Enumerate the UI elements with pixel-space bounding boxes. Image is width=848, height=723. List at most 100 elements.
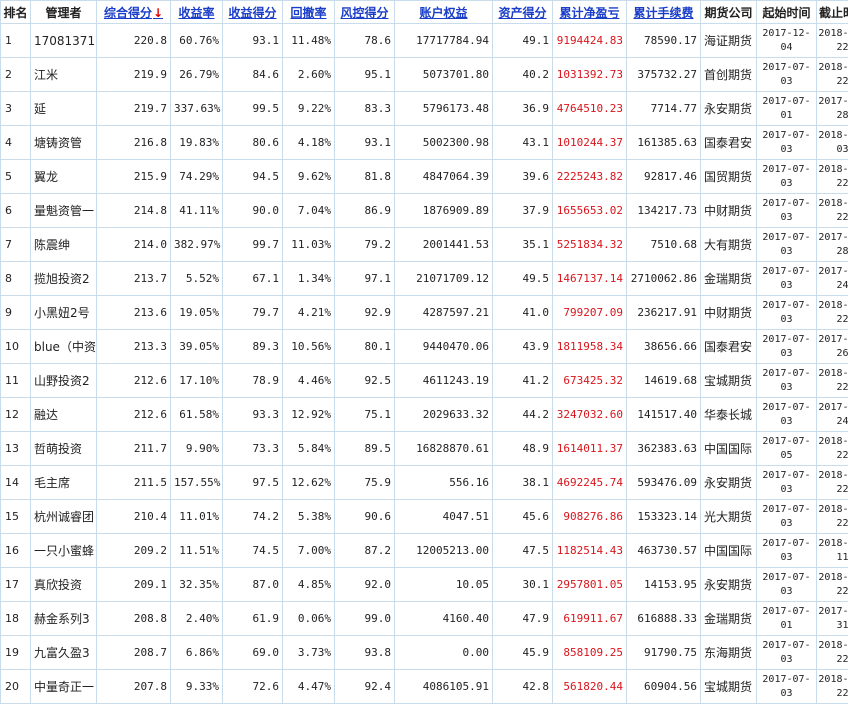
- header-company: 期货公司: [700, 0, 757, 24]
- cell-manager[interactable]: 毛主席: [30, 465, 97, 500]
- cell-drawdown: 4.85%: [282, 567, 335, 602]
- cell-drawdown: 9.22%: [282, 91, 335, 126]
- cell-company: 东海期货: [700, 635, 757, 670]
- cell-rank: 5: [0, 159, 31, 194]
- cell-start-date-line2: 03: [780, 483, 793, 495]
- cell-net-pnl: 1467137.14: [552, 261, 627, 296]
- cell-start-date-line2: 03: [780, 143, 793, 155]
- cell-manager[interactable]: 塘铸资管: [30, 125, 97, 160]
- cell-manager[interactable]: 小黑妞2号: [30, 295, 97, 330]
- cell-return-score: 93.3: [222, 397, 283, 432]
- cell-net-pnl: 2957801.05: [552, 567, 627, 602]
- header-asset-score[interactable]: 资产得分: [492, 0, 553, 24]
- cell-end-date-line1: 2018-03-: [818, 503, 848, 515]
- cell-manager[interactable]: 山野投资2: [30, 363, 97, 398]
- table-row: 12 融达 212.6 61.58% 93.3 12.92% 75.1 2029633.32 4…: [0, 397, 848, 432]
- cell-fees: 375732.27: [626, 57, 701, 92]
- cell-fees: 236217.91: [626, 295, 701, 330]
- cell-manager[interactable]: 1708137171: [30, 23, 97, 58]
- cell-rank: 7: [0, 227, 31, 262]
- header-total-score[interactable]: 综合得分↓: [96, 0, 171, 24]
- header-fees[interactable]: 累计手续费: [626, 0, 701, 24]
- cell-company: 金瑞期货: [700, 601, 757, 636]
- cell-manager[interactable]: 一只小蜜蜂: [30, 533, 97, 568]
- cell-end-date-line2: 31: [836, 619, 848, 631]
- cell-end-date-line1: 2018-03-: [818, 367, 848, 379]
- cell-manager[interactable]: 九富久盈3: [30, 635, 97, 670]
- cell-manager[interactable]: 杭州诚睿团: [30, 499, 97, 534]
- cell-risk-score: 92.0: [334, 567, 395, 602]
- cell-manager[interactable]: 陈震绅: [30, 227, 97, 262]
- cell-manager[interactable]: 揽旭投资2: [30, 261, 97, 296]
- cell-drawdown: 12.62%: [282, 465, 335, 500]
- cell-manager[interactable]: 哲萌投资: [30, 431, 97, 466]
- table-row: 3 延 219.7 337.63% 99.5 9.22% 83.3 5796173.48 36.…: [0, 91, 848, 126]
- cell-return: 32.35%: [170, 567, 223, 602]
- cell-end-date-line1: 2017-09-: [818, 333, 848, 345]
- cell-total-score: 209.2: [96, 533, 171, 568]
- cell-equity: 5796173.48: [394, 91, 493, 126]
- header-return[interactable]: 收益率: [170, 0, 223, 24]
- cell-total-score: 211.7: [96, 431, 171, 466]
- header-risk-score[interactable]: 风控得分: [334, 0, 395, 24]
- cell-end-date-line2: 22: [836, 211, 848, 223]
- cell-start-date: 2017-07- 05: [756, 431, 817, 466]
- cell-fees: 616888.33: [626, 601, 701, 636]
- cell-end-date-line1: 2018-03-: [818, 197, 848, 209]
- cell-total-score: 212.6: [96, 397, 171, 432]
- cell-manager[interactable]: 翼龙: [30, 159, 97, 194]
- cell-equity: 5073701.80: [394, 57, 493, 92]
- cell-manager[interactable]: 江米: [30, 57, 97, 92]
- cell-drawdown: 9.62%: [282, 159, 335, 194]
- cell-risk-score: 93.8: [334, 635, 395, 670]
- cell-manager[interactable]: 中量奇正一: [30, 669, 97, 704]
- cell-manager[interactable]: 融达: [30, 397, 97, 432]
- cell-manager[interactable]: blue（中资: [30, 329, 97, 364]
- cell-end-date: 2017-09- 26: [816, 329, 848, 364]
- table-row: 19 九富久盈3 208.7 6.86% 69.0 3.73% 93.8 0.00 45.9 85…: [0, 635, 848, 670]
- cell-start-date-line1: 2017-07-: [762, 129, 811, 141]
- cell-total-score: 213.3: [96, 329, 171, 364]
- header-manager: 管理者: [30, 0, 97, 24]
- header-net-pnl[interactable]: 累计净盈亏: [552, 0, 627, 24]
- cell-manager[interactable]: 赫金系列3: [30, 601, 97, 636]
- cell-end-date: 2018-03- 22: [816, 193, 848, 228]
- cell-rank: 20: [0, 669, 31, 704]
- cell-asset-score: 39.6: [492, 159, 553, 194]
- cell-manager[interactable]: 延: [30, 91, 97, 126]
- cell-rank: 10: [0, 329, 31, 364]
- cell-total-score: 209.1: [96, 567, 171, 602]
- cell-start-date: 2017-07- 03: [756, 533, 817, 568]
- cell-total-score: 219.9: [96, 57, 171, 92]
- header-equity[interactable]: 账户权益: [394, 0, 493, 24]
- cell-equity: 4847064.39: [394, 159, 493, 194]
- cell-fees: 463730.57: [626, 533, 701, 568]
- cell-fees: 134217.73: [626, 193, 701, 228]
- cell-total-score: 214.8: [96, 193, 171, 228]
- cell-equity: 16828870.61: [394, 431, 493, 466]
- ranking-table: 排名 管理者 综合得分↓ 收益率 收益得分 回撤率 风控得分 账户权益 资产得分…: [0, 0, 848, 704]
- cell-end-date-line1: 2018-03-: [818, 61, 848, 73]
- cell-net-pnl: 2225243.82: [552, 159, 627, 194]
- cell-return-score: 90.0: [222, 193, 283, 228]
- cell-net-pnl: 1811958.34: [552, 329, 627, 364]
- cell-return: 61.58%: [170, 397, 223, 432]
- header-drawdown[interactable]: 回撤率: [282, 0, 335, 24]
- cell-manager[interactable]: 真欣投资: [30, 567, 97, 602]
- cell-drawdown: 1.34%: [282, 261, 335, 296]
- cell-return-score: 94.5: [222, 159, 283, 194]
- cell-rank: 6: [0, 193, 31, 228]
- cell-company: 中财期货: [700, 295, 757, 330]
- cell-return: 11.51%: [170, 533, 223, 568]
- cell-rank: 8: [0, 261, 31, 296]
- header-return-score[interactable]: 收益得分: [222, 0, 283, 24]
- cell-start-date-line1: 2017-07-: [762, 469, 811, 481]
- cell-start-date-line1: 2017-07-: [762, 605, 811, 617]
- cell-start-date-line2: 03: [780, 313, 793, 325]
- cell-end-date: 2018-03- 22: [816, 23, 848, 58]
- cell-asset-score: 41.2: [492, 363, 553, 398]
- cell-end-date-line1: 2017-10-: [818, 265, 848, 277]
- cell-fees: 7510.68: [626, 227, 701, 262]
- header-total-score-label[interactable]: 综合得分: [104, 6, 152, 20]
- cell-manager[interactable]: 量魁资管一: [30, 193, 97, 228]
